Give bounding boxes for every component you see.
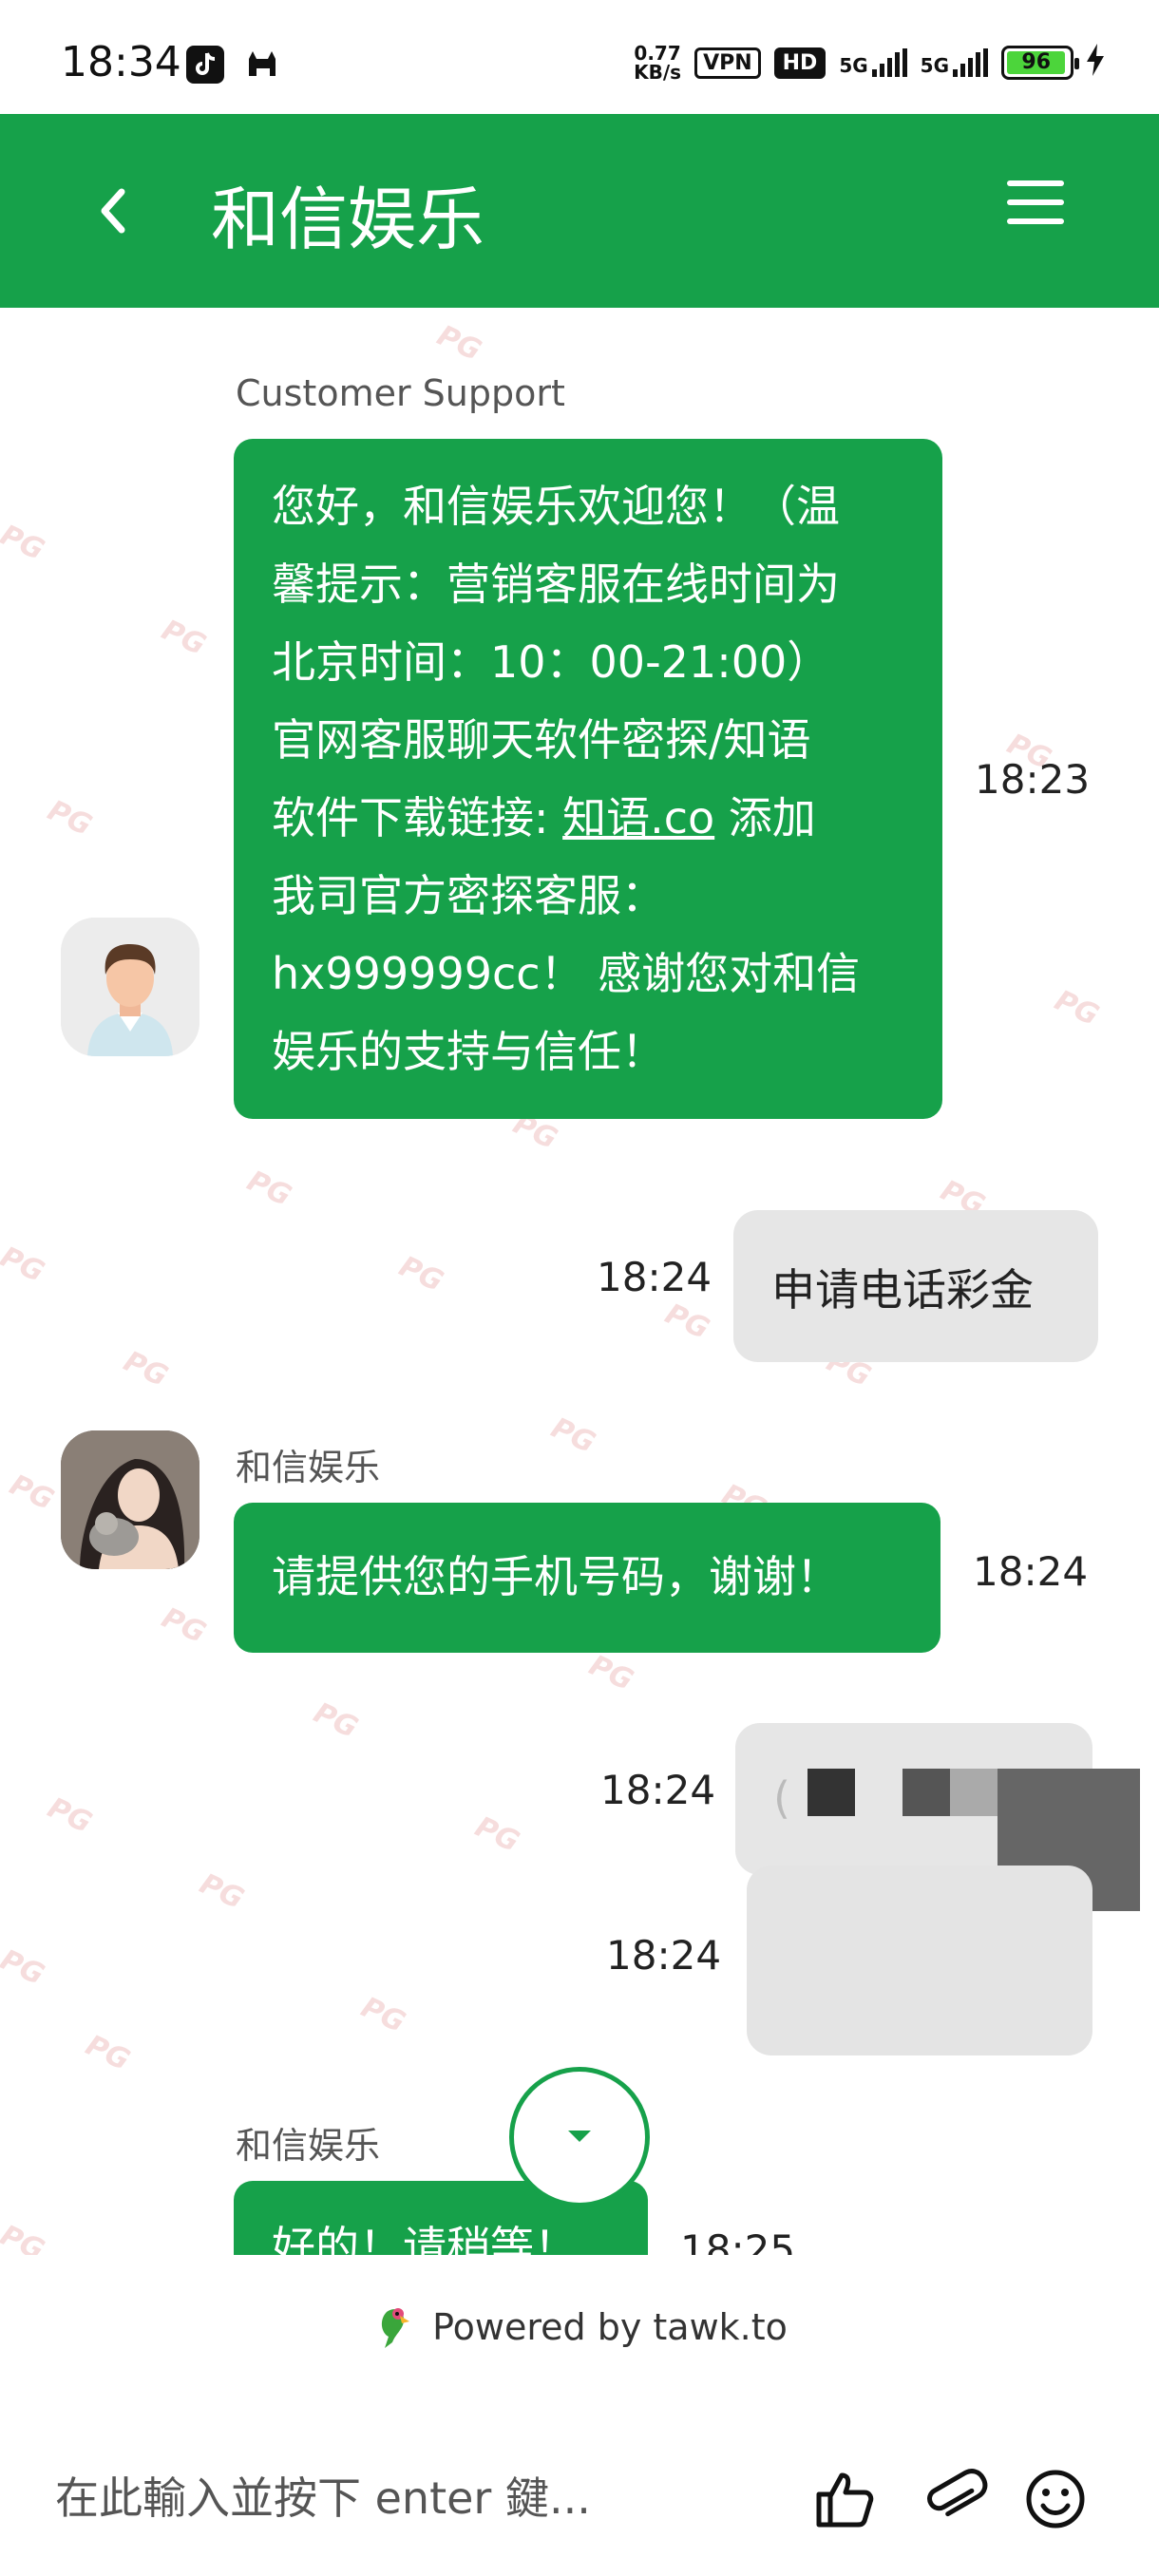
watermark: PG (42, 1790, 97, 1841)
signal-bars-icon (871, 48, 907, 77)
cat-notification-icon (243, 46, 281, 84)
hamburger-menu-icon (1007, 180, 1064, 224)
emoji-button[interactable] (1022, 2466, 1089, 2532)
signal-bars-icon-2 (953, 48, 988, 77)
chevron-down-icon (568, 2131, 591, 2142)
signal-5g-icon-2: 5G (921, 48, 988, 77)
charging-icon (1087, 44, 1104, 82)
redaction-block (902, 1769, 950, 1816)
agent-avatar (61, 1430, 200, 1569)
agent-message-bubble: 请提供您的手机号码，谢谢！ (234, 1503, 940, 1653)
watermark: PG (355, 1990, 410, 2040)
attach-button[interactable] (922, 2466, 988, 2532)
vpn-badge: VPN (694, 47, 761, 79)
watermark: PG (659, 1297, 714, 1347)
watermark: PG (80, 2028, 135, 2078)
message-line: 北京时间：10：00-21:00） (272, 636, 831, 688)
battery-level: 96 (1007, 51, 1066, 74)
status-icons: 0.77 KB/s VPN HD 5G 5G 96 (634, 44, 1104, 82)
download-link[interactable]: 知语.co (562, 792, 714, 843)
tawk-parrot-icon (381, 2308, 410, 2348)
watermark: PG (42, 793, 97, 843)
menu-button[interactable] (1007, 180, 1064, 237)
message-line: hx999999cc！ 感谢您对和信 (272, 948, 861, 999)
message-time: 18:24 (973, 1548, 1089, 1595)
paperclip-icon (927, 2469, 988, 2517)
tiktok-notification-icon (186, 46, 224, 84)
message-text: 添加 (714, 792, 816, 843)
watermark: PG (545, 1411, 600, 1461)
status-time: 18:34 (61, 38, 181, 86)
status-bar: 18:34 0.77 KB/s VPN HD 5G 5G 96 (0, 0, 1159, 114)
message-time: 18:24 (597, 1254, 712, 1300)
message-line: 我司官方密探客服： (272, 870, 665, 921)
message-time: 18:25 (680, 2226, 796, 2255)
network-speed-unit: KB/s (634, 61, 682, 84)
message-text: 好的！请稍等！ (272, 2222, 578, 2255)
smiley-icon (1026, 2470, 1085, 2529)
network-speed-value: 0.77 (634, 42, 681, 65)
signal-5g-icon: 5G (839, 48, 907, 77)
agent-message-bubble: 您好，和信娱乐欢迎您！（温 馨提示：营销客服在线时间为 北京时间：10：00-2… (234, 439, 942, 1119)
network-speed: 0.77 KB/s (634, 44, 681, 82)
message-composer (0, 2432, 1159, 2565)
watermark: PG (156, 613, 211, 663)
message-line: 您好，和信娱乐欢迎您！（温 (272, 481, 840, 532)
message-text: 请提供您的手机号码，谢谢！ (272, 1551, 840, 1602)
message-text: 软件下载链接: (272, 792, 563, 843)
message-text: ( (773, 1772, 790, 1824)
chat-messages[interactable]: PG PG PG PG PG PG PG PG PG PG PG PG PG P… (0, 308, 1159, 2255)
message-sender: 和信娱乐 (236, 1447, 381, 1488)
message-line: 馨提示：营销客服在线时间为 (272, 559, 840, 610)
visitor-message-bubble-redacted (747, 1866, 1092, 2055)
powered-by[interactable]: Powered by tawk.to (0, 2289, 1159, 2365)
message-input[interactable] (55, 2460, 777, 2536)
back-button[interactable] (86, 175, 142, 247)
chat-header: 和信娱乐 (0, 114, 1159, 308)
watermark: PG (1049, 983, 1104, 1033)
watermark: PG (431, 318, 486, 369)
message-line: 官网客服聊天软件密探/知语 (272, 714, 811, 766)
message-line: 软件下载链接: 知语.co 添加 (272, 779, 904, 857)
message-text: 申请电话彩金 (771, 1264, 1034, 1316)
message-time: 18:24 (600, 1767, 716, 1813)
powered-by-text: Powered by tawk.to (432, 2306, 788, 2348)
support-avatar (61, 918, 200, 1056)
watermark: PG (118, 1344, 173, 1394)
battery-icon: 96 (1001, 46, 1079, 80)
watermark: PG (241, 1164, 296, 1214)
message-sender: 和信娱乐 (236, 2125, 381, 2167)
watermark: PG (583, 1648, 638, 1698)
message-line: 娱乐的支持与信任！ (272, 1026, 665, 1077)
watermark: PG (469, 1809, 524, 1860)
visitor-message-bubble: 申请电话彩金 (733, 1210, 1098, 1362)
watermark: PG (308, 1695, 363, 1746)
thumbs-up-icon (816, 2472, 874, 2528)
message-sender: Customer Support (236, 372, 565, 414)
hd-badge: HD (773, 47, 826, 79)
signal-1-label: 5G (839, 54, 868, 77)
watermark: PG (4, 1468, 59, 1518)
watermark: PG (0, 1942, 49, 1993)
watermark: PG (156, 1601, 211, 1651)
like-button[interactable] (811, 2466, 878, 2532)
watermark: PG (393, 1249, 448, 1299)
message-time: 18:24 (606, 1932, 722, 1979)
redaction-block (950, 1769, 998, 1816)
watermark: PG (0, 518, 49, 568)
back-arrow-icon (101, 188, 125, 234)
watermark: PG (0, 2218, 49, 2255)
watermark: PG (0, 1240, 49, 1290)
scroll-to-bottom-button[interactable] (509, 2067, 650, 2207)
chat-title: 和信娱乐 (211, 180, 485, 259)
watermark: PG (194, 1866, 249, 1917)
message-time: 18:23 (975, 756, 1091, 803)
redaction-block (808, 1769, 855, 1816)
signal-2-label: 5G (920, 54, 949, 77)
